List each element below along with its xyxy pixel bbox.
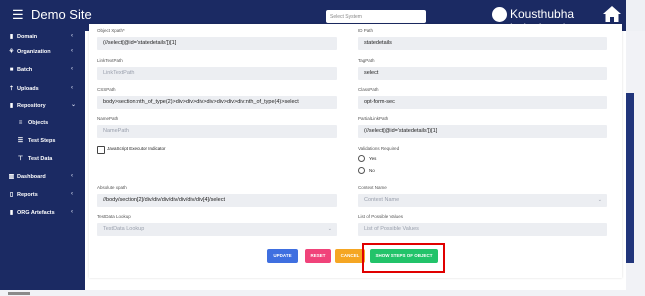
reset-button[interactable]: RESET [305, 249, 331, 263]
sidebar-item-label: Organization [17, 49, 51, 55]
bar-chart-icon: ▮ [9, 210, 14, 216]
js-executor-checkbox[interactable] [97, 146, 105, 154]
sidebar-item-label: Domain [17, 34, 38, 40]
testdata-lookup-select[interactable]: TestData Lookup ⌄ [97, 223, 337, 236]
sidebar-item-label: Repository [17, 103, 46, 109]
sidebar-item-objects[interactable]: ≡ Objects [0, 117, 85, 130]
page-scroll-area [626, 0, 645, 296]
chevron-left-icon: ‹ [71, 33, 73, 39]
class-path-field[interactable]: opt-form-sec [358, 96, 607, 109]
home-icon[interactable] [602, 5, 622, 23]
link-text-path-label: LinkTextPath [97, 58, 123, 63]
highlight-box [362, 243, 445, 273]
testdata-lookup-placeholder: TestData Lookup [103, 226, 145, 232]
possible-values-field[interactable]: List of Possible Values [358, 223, 607, 236]
menu-icon[interactable]: ☰ [12, 8, 24, 22]
sidebar-item-label: Test Steps [28, 138, 56, 144]
sidebar-item-label: ORG Artefacts [17, 210, 55, 216]
bar-chart-icon: ▮ [9, 103, 14, 109]
sidebar-item-batch[interactable]: ■ Batch ‹ [0, 64, 85, 77]
chevron-down-icon: ⌄ [71, 102, 77, 108]
absolute-xpath-field[interactable]: //body/section[2]/div/div/div/div/div/di… [97, 194, 337, 207]
cancel-button[interactable]: CANCEL [335, 249, 365, 263]
tree-icon: ⊤ [17, 156, 24, 162]
stack-icon: ≡ [18, 120, 23, 126]
validations-no-label: No [369, 168, 375, 173]
scrollbar[interactable] [626, 93, 634, 263]
upload-icon: ⇡ [8, 86, 15, 92]
chevron-down-icon: ⌄ [327, 226, 332, 232]
object-xpath-field[interactable]: (//select[@id='statedetails'])[1] [97, 37, 337, 50]
sidebar-item-organization[interactable]: ⚘ Organization ‹ [0, 46, 85, 59]
sidebar-item-org-artefacts[interactable]: ▮ ORG Artefacts ‹ [0, 207, 85, 220]
chevron-left-icon: ‹ [71, 173, 73, 179]
context-name-select[interactable]: Context Name ⌄ [358, 194, 607, 207]
css-path-label: CSSPath [97, 87, 116, 92]
globe-icon: ⚘ [8, 49, 15, 55]
name-path-label: NamePath [97, 116, 119, 121]
absolute-xpath-label: Absolute xpath [97, 185, 127, 190]
sidebar-item-label: Test Data [28, 156, 53, 162]
validations-yes-radio[interactable] [358, 155, 365, 162]
sidebar-item-label: Reports [17, 192, 38, 198]
sidebar-item-label: Uploads [17, 86, 39, 92]
partial-link-path-label: PartialLinkPath [358, 116, 389, 121]
js-executor-label: JavaScript Executor Indicator [107, 146, 166, 151]
brand-title: Demo Site [31, 7, 92, 22]
sidebar-item-reports[interactable]: ▯ Reports ‹ [0, 189, 85, 202]
list-icon: ☰ [17, 138, 24, 144]
css-path-field[interactable]: body>section:nth_of_type(2)>div>div>div>… [97, 96, 337, 109]
sidebar-item-label: Batch [17, 67, 33, 73]
testdata-lookup-label: TestData Lookup [97, 214, 131, 219]
chevron-left-icon: ‹ [71, 66, 73, 72]
file-icon: ▯ [9, 192, 14, 198]
sidebar-item-label: Objects [28, 120, 49, 126]
id-path-field[interactable]: statedetails [358, 37, 607, 50]
validations-required-label: Validations Required [358, 146, 400, 151]
chevron-left-icon: ‹ [71, 85, 73, 91]
sidebar-item-label: Dashboard [17, 174, 46, 180]
chevron-left-icon: ‹ [71, 191, 73, 197]
validations-no-radio[interactable] [358, 167, 365, 174]
name-path-field[interactable]: NamePath [97, 125, 337, 138]
tag-path-field[interactable]: select [358, 67, 607, 80]
class-path-label: ClassPath [358, 87, 379, 92]
sidebar-item-domain[interactable]: ▮ Domain ‹ [0, 31, 85, 44]
bar-chart-icon: ▮ [9, 34, 14, 40]
sidebar-item-uploads[interactable]: ⇡ Uploads ‹ [0, 83, 85, 96]
corner-block [626, 0, 645, 31]
chevron-left-icon: ‹ [71, 209, 73, 215]
avatar[interactable] [492, 7, 507, 22]
chevron-left-icon: ‹ [71, 48, 73, 54]
update-button[interactable]: UPDATE [267, 249, 298, 263]
chevron-down-icon: ⌄ [597, 197, 602, 203]
validations-yes-label: Yes [369, 156, 377, 161]
bottom-bar [0, 290, 645, 296]
scroll-indicator [8, 292, 30, 295]
folder-icon: ■ [9, 67, 14, 73]
chart-icon: ▥ [8, 174, 15, 180]
object-form: Object Xpath* (//select[@id='statedetail… [89, 24, 622, 278]
id-path-label: ID Path [358, 28, 374, 33]
partial-link-path-field[interactable]: (//select[@id='statedetails'])[1] [358, 125, 607, 138]
object-xpath-label: Object Xpath* [97, 28, 125, 33]
sidebar-item-test-steps[interactable]: ☰ Test Steps [0, 135, 85, 148]
sidebar-item-test-data[interactable]: ⊤ Test Data [0, 153, 85, 166]
sidebar-item-dashboard[interactable]: ▥ Dashboard ‹ [0, 171, 85, 184]
tag-path-label: TagPath [358, 58, 375, 63]
sidebar: ▮ Domain ‹ ⚘ Organization ‹ ■ Batch ‹ ⇡ … [0, 31, 85, 290]
sidebar-item-repository[interactable]: ▮ Repository ⌄ [0, 100, 85, 113]
system-select-input[interactable] [326, 10, 426, 23]
context-name-placeholder: Context Name [364, 197, 400, 203]
context-name-label: Context Name [358, 185, 387, 190]
possible-values-label: List of Possible Values [358, 214, 403, 219]
link-text-path-field[interactable]: LinkTextPath [97, 67, 337, 80]
